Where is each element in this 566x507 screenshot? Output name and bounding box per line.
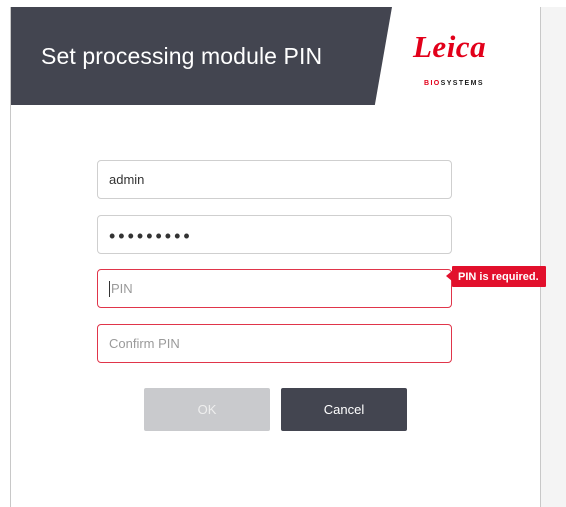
text-caret — [109, 280, 110, 297]
pin-field[interactable]: PIN — [97, 269, 452, 308]
background-strip — [540, 7, 566, 507]
set-pin-dialog: Set processing module PIN Leica BIOSYSTE… — [10, 7, 541, 507]
logo-wordmark: Leica — [413, 29, 487, 64]
dialog-title: Set processing module PIN — [41, 43, 323, 69]
password-value: ••••••••• — [109, 225, 193, 246]
logo-subtitle: BIOSYSTEMS — [424, 80, 484, 87]
confirm-pin-placeholder: Confirm PIN — [109, 336, 180, 351]
leica-biosystems-logo: Leica BIOSYSTEMS — [413, 29, 513, 89]
dialog-header: Set processing module PIN Leica BIOSYSTE… — [11, 7, 540, 105]
page: Set processing module PIN Leica BIOSYSTE… — [0, 0, 566, 507]
pin-error-tooltip: PIN is required. — [446, 266, 546, 287]
password-field[interactable]: ••••••••• — [97, 215, 452, 254]
cancel-button[interactable]: Cancel — [281, 388, 407, 431]
username-field[interactable]: admin — [97, 160, 452, 199]
ok-button[interactable]: OK — [144, 388, 270, 431]
username-value: admin — [109, 172, 145, 187]
pin-placeholder: PIN — [111, 281, 133, 296]
confirm-pin-field[interactable]: Confirm PIN — [97, 324, 452, 363]
